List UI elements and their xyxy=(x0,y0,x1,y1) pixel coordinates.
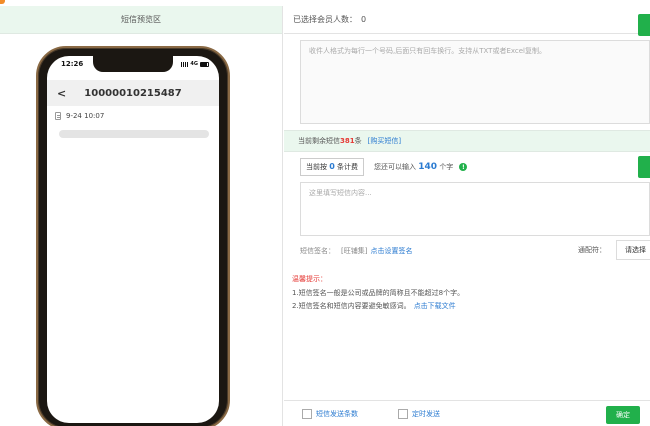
scheduled-send-checkbox[interactable] xyxy=(398,409,408,419)
info-icon[interactable]: ! xyxy=(459,163,468,171)
back-arrow-icon: < xyxy=(57,86,67,100)
phone-status-bar: 12:26 4G xyxy=(47,56,219,72)
selected-members-row: 已选择会员人数： 0 xyxy=(284,6,650,34)
sms-preview-panel: 短信预览区 12:26 4G < 10000010215487 9-24 10:… xyxy=(0,6,283,426)
selected-members-count: 0 xyxy=(361,15,367,24)
preview-header: 短信预览区 xyxy=(0,6,282,34)
tip-line-2-text: 2.短信签名和短信内容要避免敏感词。 xyxy=(292,302,411,310)
send-count-checkbox[interactable] xyxy=(302,409,312,419)
billing-prefix: 当前按 xyxy=(306,163,327,171)
billing-count: 0 xyxy=(329,162,335,171)
message-time-row: 9-24 10:07 xyxy=(55,112,104,120)
selected-members-label: 已选择会员人数： xyxy=(293,15,357,24)
phone-screen: 12:26 4G < 10000010215487 9-24 10:07 xyxy=(47,56,219,423)
message-time: 9-24 10:07 xyxy=(66,112,105,120)
billing-count-box: 当前按 0 条计费 xyxy=(300,158,365,176)
message-bubble xyxy=(59,130,209,138)
billing-suffix: 条计费 xyxy=(337,163,359,171)
billing-count-row: 当前按 0 条计费 您还可以输入 140 个字 ! xyxy=(284,156,650,178)
status-time: 12:26 xyxy=(61,60,84,68)
scheduled-send-option[interactable]: 定时发送 xyxy=(398,409,440,419)
set-signature-link[interactable]: 点击设置签名 xyxy=(370,246,412,256)
signature-label: 短信签名： xyxy=(300,247,335,255)
remaining-prefix: 当前剩余短信 xyxy=(298,137,340,145)
network-label: 4G xyxy=(190,61,198,67)
signature-row: 短信签名： [旺铺集] 点击设置签名 通配符： 请选择 xyxy=(300,240,650,260)
document-icon xyxy=(55,112,61,120)
bottom-action-bar: 短信发送条数 定时发送 确定 xyxy=(284,400,650,426)
phone-nav-bar: < 10000010215487 xyxy=(47,80,219,106)
remaining-suffix: 条 xyxy=(354,137,362,145)
chars-suffix: 个字 xyxy=(439,163,454,171)
wildcard-select[interactable]: 请选择 xyxy=(616,240,650,260)
sms-content-textarea[interactable]: 这里填写短信内容... xyxy=(300,182,650,236)
chars-remaining: 您还可以输入 140 个字 xyxy=(374,162,453,172)
recipients-textarea[interactable]: 收件人格式为每行一个号码,后面只有回车换行。支持从TXT或者Excel复制。 xyxy=(300,40,650,124)
tip-line-2: 2.短信签名和短信内容要避免敏感词。 点击下载文件 xyxy=(292,301,456,311)
buy-sms-link[interactable]: [购买短信] xyxy=(368,136,401,146)
tip-line-1: 1.短信签名一般是公司或品牌的简称且不能超过8个字。 xyxy=(292,289,465,297)
send-count-option[interactable]: 短信发送条数 xyxy=(302,409,358,419)
wildcard-label: 通配符： xyxy=(578,246,606,254)
scheduled-send-label: 定时发送 xyxy=(412,410,440,418)
confirm-button[interactable]: 确定 xyxy=(606,406,640,424)
phone-mockup: 12:26 4G < 10000010215487 9-24 10:07 xyxy=(36,46,230,426)
status-indicators: 4G xyxy=(181,61,209,67)
signal-icon xyxy=(181,61,189,67)
sms-compose-panel: 已选择会员人数： 0 收件人格式为每行一个号码,后面只有回车换行。支持从TXT或… xyxy=(284,6,650,426)
corner-marker xyxy=(0,0,5,4)
battery-icon xyxy=(200,61,209,67)
remaining-count: 381 xyxy=(340,137,355,145)
select-members-button[interactable] xyxy=(638,14,650,36)
download-file-link[interactable]: 点击下载文件 xyxy=(414,302,456,310)
tips-title: 温馨提示： xyxy=(292,275,327,283)
insert-button[interactable] xyxy=(638,156,650,178)
remaining-sms-row: 当前剩余短信 381 条 [购买短信] xyxy=(284,130,650,152)
sender-number: 10000010215487 xyxy=(84,87,182,99)
chars-count: 140 xyxy=(418,162,438,172)
signature-value: [旺铺集] xyxy=(341,247,368,255)
chars-prefix: 您还可以输入 xyxy=(374,163,417,171)
send-count-label: 短信发送条数 xyxy=(316,410,358,418)
